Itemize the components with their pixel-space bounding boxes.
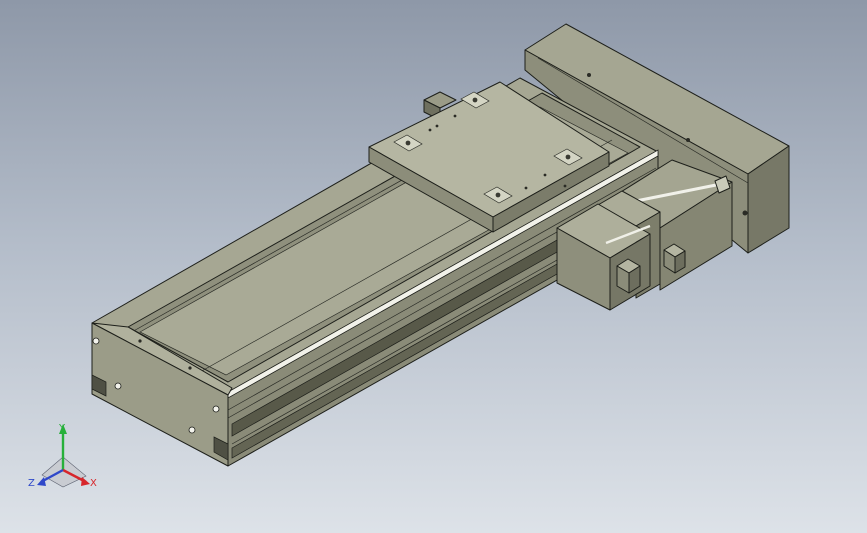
end-cap-hole-small — [188, 366, 192, 370]
carriage-hole — [524, 186, 528, 190]
connector-plug[interactable] — [616, 258, 641, 294]
end-cap-hole-small — [138, 339, 142, 343]
carriage-hole — [563, 184, 567, 188]
cad-viewport[interactable]: Y X Z — [0, 0, 867, 533]
mount-hole — [587, 73, 591, 77]
y-axis-label: Y — [58, 423, 66, 434]
carriage-hole — [428, 128, 432, 132]
linear-actuator-model[interactable]: Y X Z — [0, 0, 867, 533]
z-axis-label: Z — [28, 478, 35, 489]
carriage-hole — [435, 124, 439, 128]
x-axis-arrowhead — [81, 477, 90, 486]
mount-hole — [686, 138, 690, 142]
end-cap-hole — [92, 337, 100, 345]
end-cap-hole — [188, 426, 196, 434]
coordinate-triad: Y X Z — [28, 423, 97, 489]
mount-hole — [742, 210, 748, 216]
z-axis-arrowhead — [37, 477, 46, 486]
carriage-hole — [543, 173, 547, 177]
end-cap-hole — [114, 382, 122, 390]
carriage-hole — [453, 114, 457, 118]
end-cap-hole — [212, 405, 220, 413]
x-axis-label: X — [90, 478, 97, 489]
